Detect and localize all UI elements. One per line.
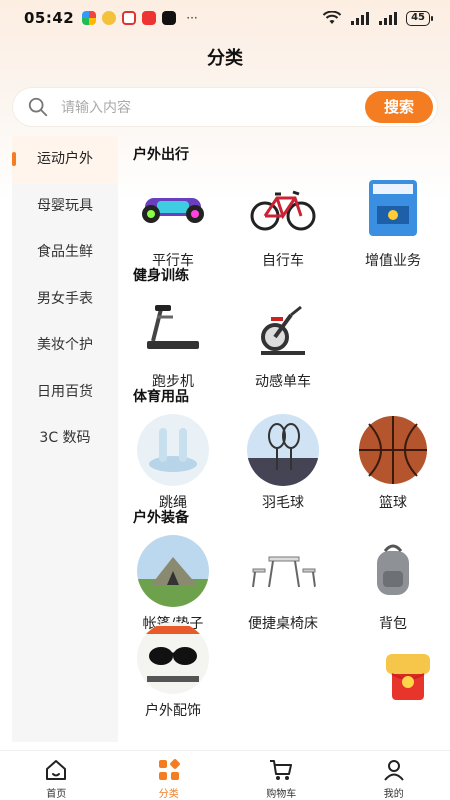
category-item-value-added-service[interactable]: 增值业务 [338,172,448,270]
category-item-treadmill[interactable]: 跑步机 [118,293,228,391]
video-app-icon [142,11,157,25]
category-item-label: 篮球 [379,495,407,511]
cart-icon [270,760,293,780]
category-icon [158,759,180,780]
sidebar-item-food[interactable]: 食品生鲜 [12,229,118,276]
category-item-backpack[interactable]: 背包 [338,535,448,633]
status-time: 05:42 [24,9,75,27]
app-notification-icon [82,11,97,25]
eye-app-icon [102,11,117,25]
nav-label: 我的 [383,789,404,800]
basketball-image [359,416,427,484]
profile-icon [383,760,404,781]
nav-cart[interactable]: 购物车 [225,751,338,800]
backpack-image [377,544,409,595]
tiktok-icon [162,11,177,25]
category-item-label: 动感单车 [255,374,311,390]
search-button[interactable]: 搜索 [365,91,433,123]
category-item-balance-scooter[interactable]: 平行车 [118,172,228,270]
tent-image [137,535,209,607]
service-card-image [369,180,417,236]
status-bar: 05:42 ··· 45 [0,0,450,36]
section-title-sports-goods: 体育用品 [133,389,189,405]
balance-scooter-image [142,198,204,223]
folding-furniture-image [252,556,316,588]
sidebar-item-beauty[interactable]: 美妆个护 [12,322,118,369]
category-item-outdoor-accessories[interactable]: 户外配饰 [118,622,228,720]
battery-indicator: 45 [406,10,433,26]
search-input[interactable]: 请输入内容 [61,97,131,117]
nav-home[interactable]: 首页 [0,751,113,800]
sidebar-item-3c-digital[interactable]: 3C 数码 [12,415,118,462]
more-notifications-icon: ··· [186,11,198,25]
category-item-label: 便捷桌椅床 [248,616,318,632]
section-title-outdoor-travel: 户外出行 [133,147,189,163]
sunglasses-image [137,622,209,694]
jump-rope-image [137,414,209,486]
badminton-image [247,414,319,486]
category-item-bicycle[interactable]: 自行车 [228,172,338,270]
sidebar-item-baby-toys[interactable]: 母婴玩具 [12,183,118,230]
home-app-icon [122,11,137,25]
search-bar[interactable]: 请输入内容 搜索 [13,88,437,126]
category-item-badminton[interactable]: 羽毛球 [228,414,338,512]
sidebar-item-sports-outdoor[interactable]: 运动户外 [12,136,118,183]
sidebar-item-daily-goods[interactable]: 日用百货 [12,369,118,416]
nav-category[interactable]: 分类 [113,751,226,800]
category-item-folding-furniture[interactable]: 便捷桌椅床 [228,535,338,633]
spin-bike-image [261,305,305,355]
category-item-label: 户外配饰 [145,703,201,719]
section-title-outdoor-gear: 户外装备 [133,510,189,526]
category-item-tent[interactable]: 帐篷/垫子 [118,535,228,633]
nav-profile[interactable]: 我的 [338,751,450,800]
bottom-navigation: 首页 分类 购物车 我的 [0,750,450,800]
red-packet-promo-icon[interactable] [382,652,434,704]
sidebar-item-watches[interactable]: 男女手表 [12,276,118,323]
signal-icon-2 [379,12,398,25]
category-item-jump-rope[interactable]: 跳绳 [118,414,228,512]
page-title: 分类 [207,48,243,69]
category-item-spin-bike[interactable]: 动感单车 [228,293,338,391]
section-title-fitness: 健身训练 [133,268,189,284]
category-item-basketball[interactable]: 篮球 [338,414,448,512]
category-item-label: 背包 [379,616,407,632]
signal-icon [351,12,370,25]
treadmill-image [147,305,199,349]
home-icon [46,760,67,780]
nav-label: 购物车 [266,789,297,800]
search-icon [28,97,48,117]
wifi-icon [322,11,342,24]
category-item-label: 增值业务 [365,253,421,269]
category-item-label: 自行车 [262,253,304,269]
notification-icons: ··· [82,11,198,25]
category-item-label: 羽毛球 [262,495,304,511]
bicycle-image [250,190,316,231]
nav-label: 首页 [46,789,67,800]
nav-label: 分类 [158,789,179,800]
category-sidebar: 运动户外 母婴玩具 食品生鲜 男女手表 美妆个护 日用百货 3C 数码 [12,136,118,742]
